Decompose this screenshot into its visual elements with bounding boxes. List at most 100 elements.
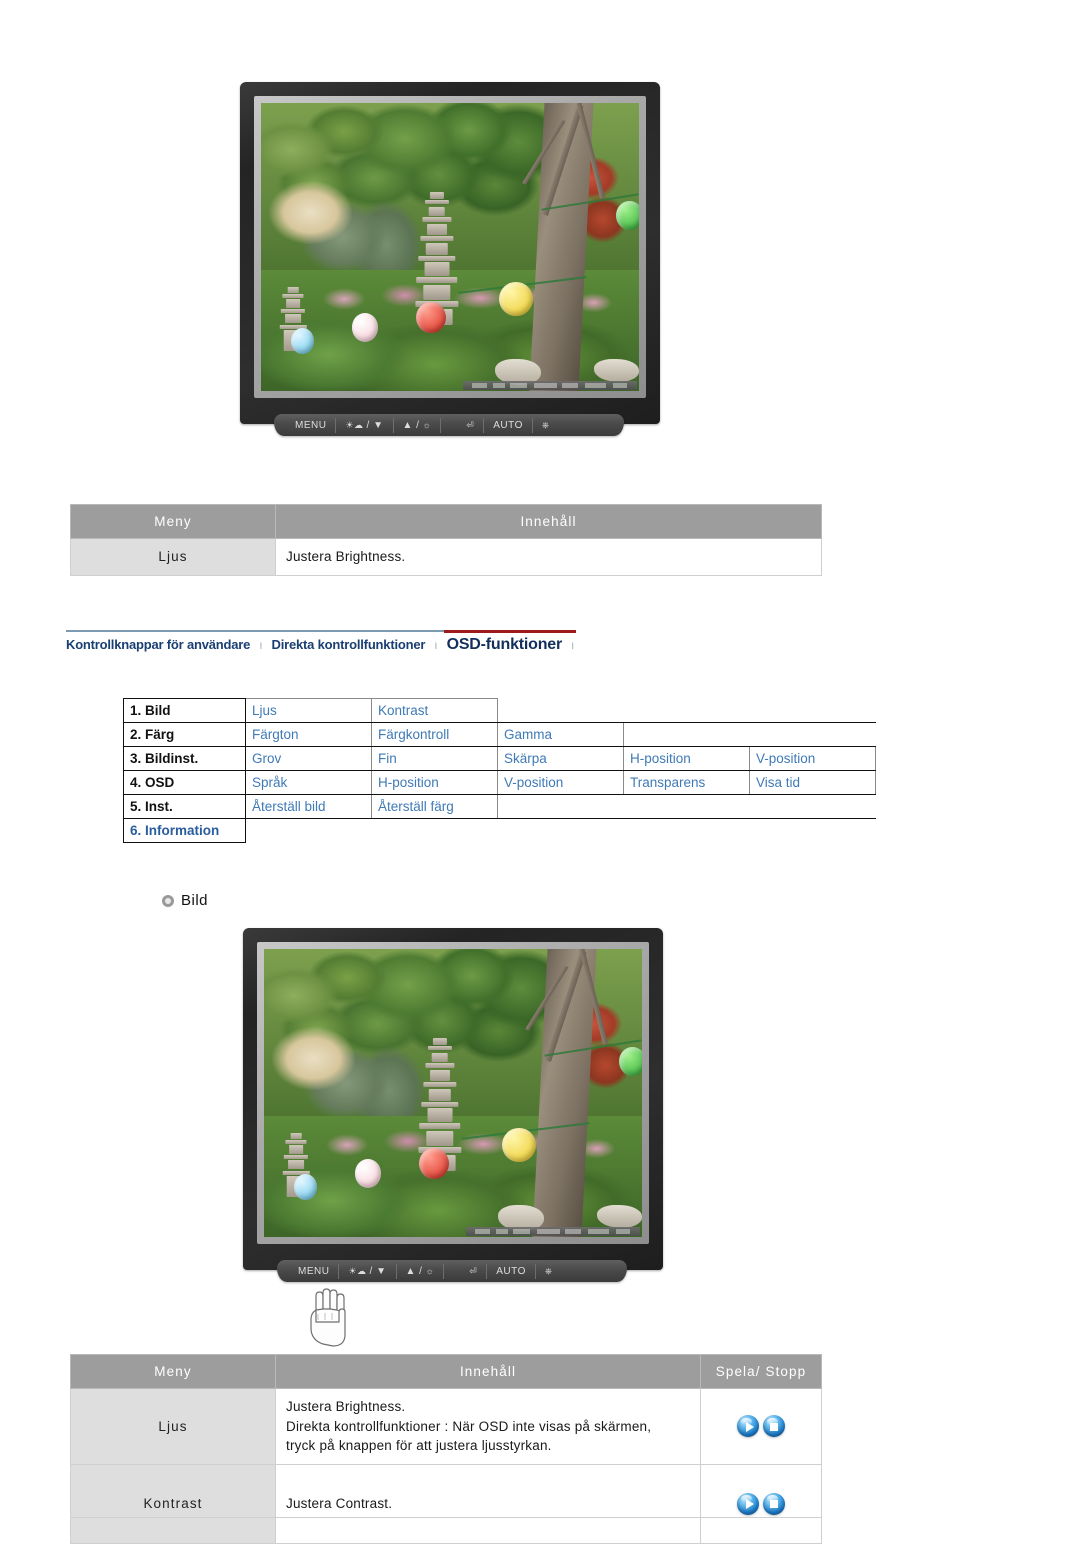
down-button-label: / ▼: [369, 1265, 387, 1277]
osd-grid-row-bildinst: 3. Bildinst. Grov Fin Skärpa H-position …: [123, 746, 876, 771]
brightness-dual-icon: ☀☁: [345, 419, 364, 430]
osd-blank-cell: [749, 722, 876, 747]
brightness-up-button[interactable]: ▲ / ☼: [397, 1263, 445, 1279]
stop-button[interactable]: [763, 1415, 785, 1438]
table-row: Ljus Justera Brightness. Direkta kontrol…: [70, 1388, 822, 1465]
osd-blank-cell: [497, 698, 624, 723]
photo-lantern-blue: [294, 1173, 317, 1200]
osd-blank-cell: [623, 698, 750, 723]
osd-item-grov[interactable]: Grov: [245, 746, 372, 771]
osd-blank-cell: [749, 698, 876, 723]
cell-content-ljus: Justera Brightness.: [275, 538, 822, 576]
monitor-screen: [264, 949, 642, 1237]
table-meny-innehall-bottom: Meny Innehåll Spela/ Stopp Ljus Justera …: [70, 1354, 822, 1544]
enter-button[interactable]: ⏎: [457, 417, 485, 433]
osd-category-1-bild: 1. Bild: [123, 698, 246, 723]
column-header-meny: Meny: [70, 504, 276, 539]
table-header-row: Meny Innehåll Spela/ Stopp: [70, 1354, 822, 1389]
stop-button[interactable]: [763, 1492, 785, 1515]
play-button[interactable]: [737, 1415, 759, 1438]
osd-function-grid: 1. Bild Ljus Kontrast 2. Färg Färgton Fä…: [123, 698, 876, 843]
content-line: tryck på knappen för att justera ljussty…: [286, 1438, 552, 1454]
osd-blank-cell: [623, 722, 750, 747]
content-line: Justera Contrast.: [286, 1495, 393, 1511]
auto-button[interactable]: AUTO: [487, 1263, 536, 1279]
monitor-bezel: [240, 82, 660, 424]
osd-blank-cell: [497, 794, 624, 819]
monitor-screen: [261, 103, 639, 391]
osd-item-fin[interactable]: Fin: [371, 746, 498, 771]
brightness-down-button[interactable]: ☀☁ / ▼: [339, 1263, 397, 1279]
monitor-inner-bezel: [254, 96, 646, 398]
cell-meny-ljus: Ljus: [70, 1388, 276, 1465]
osd-item-aterstall-bild[interactable]: Återställ bild: [245, 794, 372, 819]
osd-grid-row-osd: 4. OSD Språk H-position V-position Trans…: [123, 770, 876, 795]
nav-separator: ı: [259, 638, 263, 652]
pointing-hand-icon: [303, 1286, 357, 1348]
brightness-up-button[interactable]: ▲ / ☼: [394, 417, 442, 433]
menu-button[interactable]: MENU: [289, 1263, 340, 1279]
osd-category-6-information[interactable]: 6. Information: [123, 818, 246, 843]
column-header-innehall: Innehåll: [275, 504, 822, 539]
cell-meny-ljus: Ljus: [70, 538, 276, 576]
photo-lantern-pink: [354, 1159, 382, 1189]
osd-item-h-position-bildinst[interactable]: H-position: [623, 746, 750, 771]
cell-meny-kontrast: Kontrast: [70, 1463, 276, 1544]
column-header-innehall: Innehåll: [275, 1354, 701, 1389]
photo-lantern-pink: [351, 313, 379, 343]
breadcrumb-tabs: Kontrollknappar för användare ı Direkta …: [66, 630, 576, 660]
osd-item-kontrast[interactable]: Kontrast: [371, 698, 498, 723]
photo-lantern-yellow: [502, 1127, 537, 1163]
up-button-label: ▲ /: [405, 1265, 423, 1277]
osd-blank-cell: [749, 818, 876, 843]
auto-button[interactable]: AUTO: [484, 417, 533, 433]
power-button[interactable]: ⎈: [533, 418, 559, 433]
monitor-illustration-top: MENU ☀☁ / ▼ ▲ / ☼ ⏎ AUTO ⎈: [240, 82, 660, 436]
tab-direkta-kontrollfunktioner[interactable]: Direkta kontrollfunktioner: [272, 637, 426, 652]
osd-blank-cell: [749, 794, 876, 819]
up-button-label: ▲ /: [402, 419, 420, 431]
osd-blank-cell: [623, 818, 750, 843]
tab-osd-funktioner[interactable]: OSD-funktioner: [447, 636, 563, 654]
osd-grid-row-information: 6. Information: [123, 818, 876, 843]
nav-separator: ı: [571, 638, 575, 652]
osd-blank-cell: [623, 794, 750, 819]
osd-item-ljus[interactable]: Ljus: [245, 698, 372, 723]
section-heading-label: Bild: [181, 892, 209, 909]
content-line: Justera Brightness.: [286, 1399, 406, 1414]
enter-button[interactable]: ⏎: [460, 1263, 488, 1279]
play-button[interactable]: [737, 1492, 759, 1515]
cell-icons-ljus: [700, 1388, 822, 1465]
monitor-illustration-bottom: MENU ☀☁ / ▼ ▲ / ☼ ⏎ AUTO ⎈: [243, 928, 663, 1347]
osd-blank-cell: [371, 818, 498, 843]
osd-category-3-bildinst: 3. Bildinst.: [123, 746, 246, 771]
power-button[interactable]: ⎈: [536, 1264, 562, 1279]
osd-item-skarpa[interactable]: Skärpa: [497, 746, 624, 771]
osd-item-h-position-osd[interactable]: H-position: [371, 770, 498, 795]
osd-item-v-position-osd[interactable]: V-position: [497, 770, 624, 795]
osd-item-aterstall-farg[interactable]: Återställ färg: [371, 794, 498, 819]
osd-item-sprak[interactable]: Språk: [245, 770, 372, 795]
column-header-meny: Meny: [70, 1354, 276, 1389]
power-icon: ⎈: [541, 419, 550, 430]
cell-content-ljus: Justera Brightness. Direkta kontrollfunk…: [275, 1388, 701, 1465]
brightness-down-button[interactable]: ☀☁ / ▼: [336, 417, 394, 433]
monitor-control-bar-bottom: MENU ☀☁ / ▼ ▲ / ☼ ⏎ AUTO ⎈: [277, 1260, 627, 1282]
menu-button[interactable]: MENU: [286, 417, 337, 433]
table-meny-innehall-top: Meny Innehåll Ljus Justera Brightness.: [70, 504, 822, 576]
screen-photo-garden: [261, 103, 639, 391]
osd-item-fargkontroll[interactable]: Färgkontroll: [371, 722, 498, 747]
osd-item-fargton[interactable]: Färgton: [245, 722, 372, 747]
photo-lantern-yellow: [499, 281, 534, 317]
brightness-sun-icon: ☼: [422, 419, 432, 430]
brightness-dual-icon: ☀☁: [348, 1265, 367, 1276]
osd-grid-row-inst: 5. Inst. Återställ bild Återställ färg: [123, 794, 876, 819]
tab-kontrollknappar[interactable]: Kontrollknappar för användare: [66, 637, 250, 652]
osd-category-4-osd: 4. OSD: [123, 770, 246, 795]
osd-item-gamma[interactable]: Gamma: [497, 722, 624, 747]
osd-item-visa-tid[interactable]: Visa tid: [749, 770, 876, 795]
photo-lantern-green: [619, 1046, 642, 1076]
osd-item-v-position-bildinst[interactable]: V-position: [749, 746, 876, 771]
osd-item-transparens[interactable]: Transparens: [623, 770, 750, 795]
enter-icon: ⏎: [466, 419, 475, 430]
